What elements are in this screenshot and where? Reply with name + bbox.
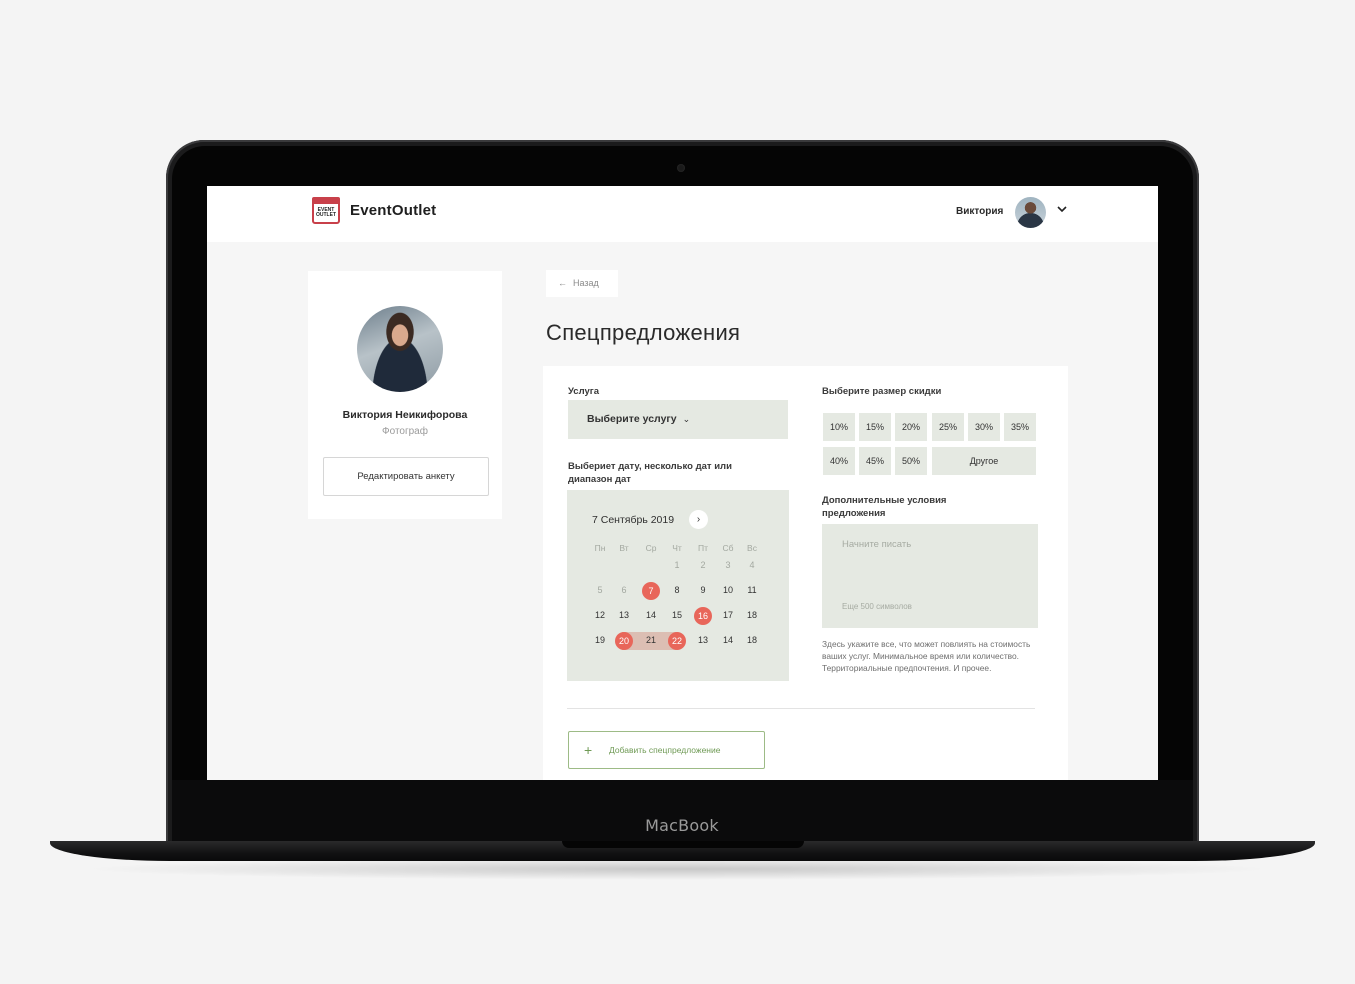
calendar-day[interactable]: 6	[612, 582, 636, 599]
service-label: Услуга	[568, 386, 600, 397]
profile-role: Фотограф	[382, 426, 428, 437]
offer-form: Услуга Выберите услугу ⌄ Выбериет дату, н…	[543, 366, 1068, 780]
dates-label: Выбериет дату, несколько дат или диапазо…	[568, 460, 732, 486]
arrow-left-icon: ←	[558, 278, 567, 288]
calendar-day[interactable]: 13	[691, 632, 715, 649]
calendar-day[interactable]: 12	[588, 607, 612, 624]
conditions-label: Дополнительные условия предложения	[822, 494, 946, 520]
camera-icon	[677, 164, 685, 172]
discount-button[interactable]: 10%	[823, 413, 855, 441]
user-name[interactable]: Виктория	[956, 206, 1003, 217]
screen: EVENT OUTLET EventOutlet Виктория Виктор…	[207, 186, 1158, 780]
laptop-shadow	[80, 858, 1275, 880]
calendar: 7 Сентябрь 2019 › Пн Вт Ср Чт Пт Сб Вс 1 2 3 4 5 6 7 8…	[567, 490, 789, 681]
calendar-month: 7 Сентябрь 2019	[592, 514, 675, 526]
calendar-grid: Пн Вт Ср Чт Пт Сб Вс 1 2 3 4 5 6 7 8 9 10 11 12 13 14 15 16 17 1…	[588, 540, 788, 657]
divider	[567, 708, 1035, 709]
profile-card: Виктория Неикифорова Фотограф Редактиров…	[308, 271, 502, 519]
discount-button[interactable]: 30%	[968, 413, 1000, 441]
calendar-day[interactable]: 8	[665, 582, 689, 599]
device-brand: MacBook	[645, 816, 719, 835]
logo-line-2: OUTLET	[316, 212, 336, 218]
conditions-label-line-2: предложения	[822, 508, 886, 519]
calendar-day[interactable]: 15	[665, 607, 689, 624]
calendar-week: 5 6 7 8 9 10 11	[588, 582, 788, 607]
user-avatar[interactable]	[1015, 197, 1046, 228]
chevron-down-icon: ⌄	[682, 414, 691, 424]
service-select-value: Выберите услугу	[587, 413, 677, 425]
calendar-day[interactable]: 19	[588, 632, 612, 649]
calendar-day[interactable]: 14	[639, 607, 663, 624]
calendar-day[interactable]: 13	[612, 607, 636, 624]
calendar-day[interactable]: 9	[691, 582, 715, 599]
plus-icon: +	[584, 742, 593, 758]
calendar-day[interactable]: 10	[716, 582, 740, 599]
calendar-day[interactable]: 18	[740, 632, 764, 649]
add-offer-label: Добавить спецпредложение	[609, 745, 721, 755]
calendar-day-selected[interactable]: 20	[615, 632, 633, 650]
chevron-down-icon[interactable]	[1055, 203, 1069, 217]
conditions-label-line-1: Дополнительные условия	[822, 495, 947, 506]
discount-button[interactable]: 50%	[895, 447, 927, 475]
calendar-day-selected[interactable]: 16	[694, 607, 712, 625]
discount-button[interactable]: 45%	[859, 447, 891, 475]
service-select[interactable]: Выберите услугу ⌄	[568, 400, 788, 439]
calendar-day[interactable]: 14	[716, 632, 740, 649]
calendar-weekdays: Пн Вт Ср Чт Пт Сб Вс	[588, 540, 788, 557]
calendar-day[interactable]: 4	[740, 557, 764, 574]
calendar-weekday: Вт	[619, 543, 629, 553]
dates-label-line-1: Выбериет дату, несколько дат или	[568, 461, 732, 472]
calendar-day[interactable]: 5	[588, 582, 612, 599]
calendar-day[interactable]: 1	[665, 557, 689, 574]
calendar-week: 12 13 14 15 16 17 18	[588, 607, 788, 632]
discount-other-button[interactable]: Другое	[932, 447, 1036, 475]
discount-label: Выберите размер скидки	[822, 386, 942, 397]
chevron-right-icon[interactable]: ›	[689, 510, 708, 529]
conditions-placeholder: Начните писать	[842, 539, 912, 550]
top-bar: EVENT OUTLET EventOutlet Виктория	[207, 186, 1158, 242]
discount-button[interactable]: 25%	[932, 413, 964, 441]
edit-profile-button[interactable]: Редактировать анкету	[323, 457, 489, 496]
calendar-weekday: Сб	[722, 543, 734, 553]
discount-button[interactable]: 35%	[1004, 413, 1036, 441]
calendar-day[interactable]: 2	[691, 557, 715, 574]
calendar-weekday: Ср	[645, 543, 657, 553]
calendar-weekday: Пн	[594, 543, 606, 553]
calendar-day-selected[interactable]: 22	[668, 632, 686, 650]
calendar-day-selected[interactable]: 7	[642, 582, 660, 600]
calendar-day[interactable]: 17	[716, 607, 740, 624]
laptop-notch	[562, 841, 804, 848]
page-title: Спецпредложения	[546, 320, 741, 345]
calendar-day[interactable]: 18	[740, 607, 764, 624]
conditions-textarea[interactable]: Начните писать Еще 500 символов	[822, 524, 1038, 628]
conditions-hint: Здесь укажите все, что может повлиять на…	[822, 639, 1031, 673]
calendar-day[interactable]: 11	[740, 582, 764, 599]
calendar-weekday: Пт	[697, 543, 708, 553]
profile-avatar	[357, 306, 443, 392]
calendar-weekday: Чт	[672, 543, 682, 553]
discount-button[interactable]: 20%	[895, 413, 927, 441]
logo-icon[interactable]: EVENT OUTLET	[312, 197, 340, 224]
add-offer-button[interactable]: + Добавить спецпредложение	[568, 731, 765, 769]
back-label: Назад	[573, 278, 599, 288]
conditions-counter: Еще 500 символов	[842, 602, 912, 611]
calendar-day[interactable]: 21	[639, 632, 663, 649]
profile-name: Виктория Неикифорова	[342, 409, 468, 421]
discount-button[interactable]: 40%	[823, 447, 855, 475]
calendar-weekday: Вс	[747, 543, 757, 553]
discount-button[interactable]: 15%	[859, 413, 891, 441]
back-button[interactable]: ← Назад	[546, 270, 618, 297]
calendar-day[interactable]: 3	[716, 557, 740, 574]
logo-text[interactable]: EventOutlet	[350, 202, 436, 219]
calendar-week: 19 20 21 22 13 14 18	[588, 632, 788, 657]
calendar-week: 1234	[588, 557, 788, 582]
dates-label-line-2: диапазон дат	[568, 474, 631, 485]
